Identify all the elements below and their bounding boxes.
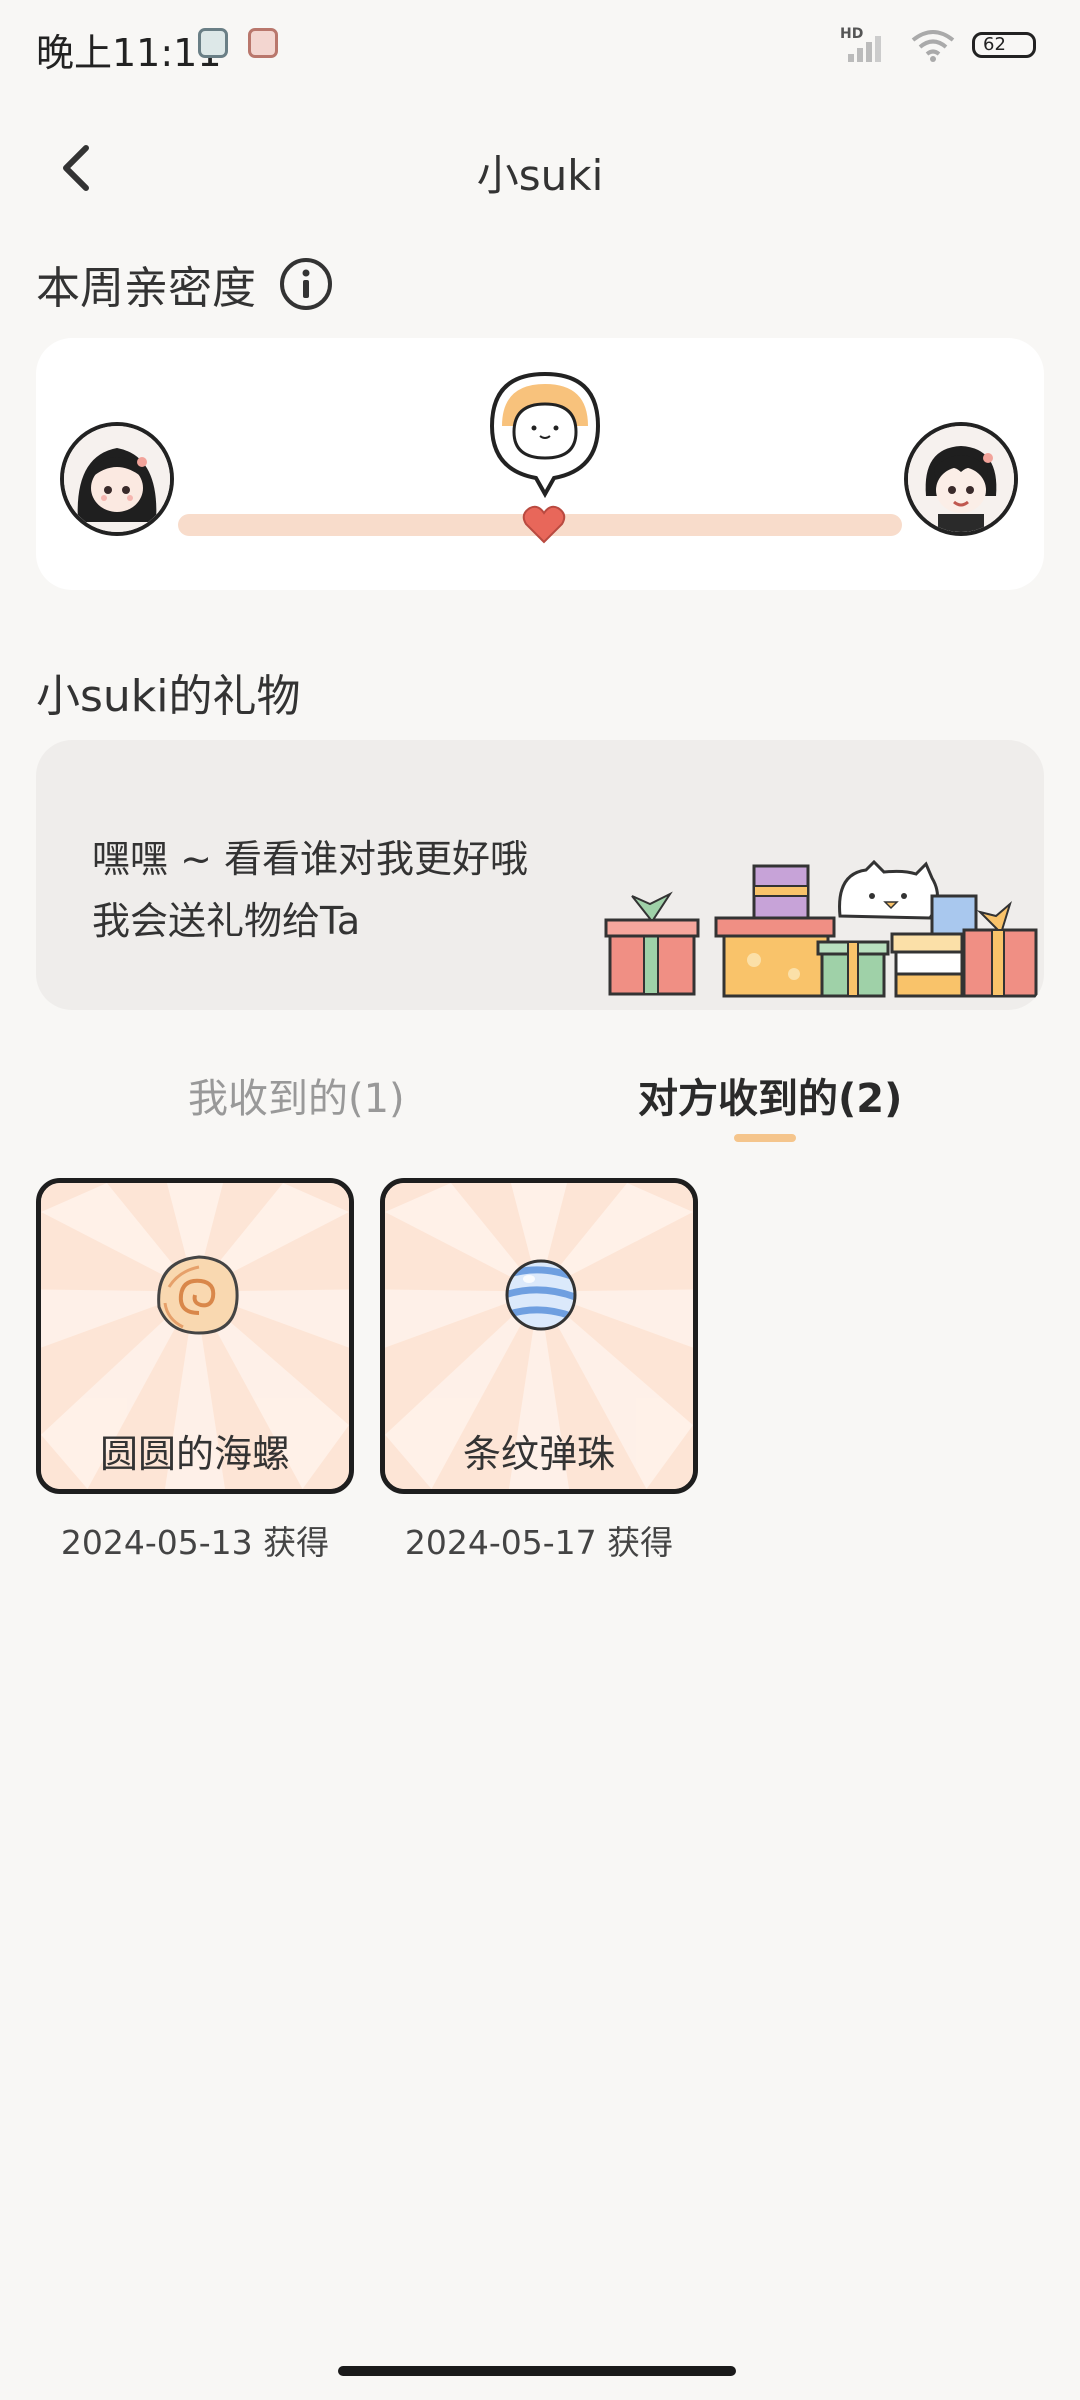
status-indicators: HD 62 — [840, 26, 1040, 66]
tab-received-by-partner[interactable]: 对方收到的(2) — [638, 1066, 902, 1124]
tab-received-by-me[interactable]: 我收到的(1) — [188, 1066, 405, 1124]
gift-date: 2024-05-13 获得 — [60, 1523, 330, 1562]
gift-boxes-illustration — [604, 860, 1038, 998]
notification-app-icon — [198, 28, 228, 58]
gifts-title: 小suki的礼物 — [36, 671, 301, 722]
gift-date: 2024-05-17 获得 — [404, 1523, 674, 1562]
mascot-bubble-icon — [489, 371, 601, 499]
header: 小suki — [0, 130, 1080, 210]
gift-name: 条纹弹珠 — [462, 1432, 615, 1476]
intimacy-card — [36, 338, 1044, 590]
cellular-signal-icon — [848, 36, 881, 62]
boy-avatar-illustration — [908, 426, 1014, 532]
partner-avatar[interactable] — [904, 422, 1018, 536]
gift-page: 晚上11:11 HD 62 小suki 本周亲密度 小suki的礼物 嘿嘿 ~ … — [0, 0, 1080, 2400]
info-icon[interactable] — [278, 256, 334, 312]
status-time: 晚上11:11 — [36, 31, 222, 75]
gift-card-marble[interactable]: 条纹弹珠 — [380, 1178, 698, 1494]
heart-icon — [522, 505, 566, 544]
banner-text-line1: 嘿嘿 ~ 看看谁对我更好哦 — [92, 837, 528, 881]
page-title: 小suki — [476, 151, 604, 200]
notification-app-icon-2 — [248, 28, 278, 58]
banner-text-line2: 我会送礼物给Ta — [92, 899, 361, 943]
intimacy-title: 本周亲密度 — [36, 263, 256, 314]
gift-card-conch[interactable]: 圆圆的海螺 — [36, 1178, 354, 1494]
home-indicator[interactable] — [338, 2366, 736, 2376]
battery-indicator: 62 — [972, 32, 1036, 58]
gift-name: 圆圆的海螺 — [99, 1432, 290, 1476]
wifi-icon — [911, 30, 955, 62]
striped-marble-icon — [505, 1259, 577, 1331]
girl-avatar-illustration — [64, 426, 170, 532]
active-tab-indicator — [734, 1134, 796, 1142]
status-bar: 晚上11:11 HD 62 — [0, 0, 1080, 90]
my-avatar[interactable] — [60, 422, 174, 536]
conch-shell-icon — [157, 1255, 239, 1335]
gift-banner: 嘿嘿 ~ 看看谁对我更好哦 我会送礼物给Ta — [36, 740, 1044, 1010]
